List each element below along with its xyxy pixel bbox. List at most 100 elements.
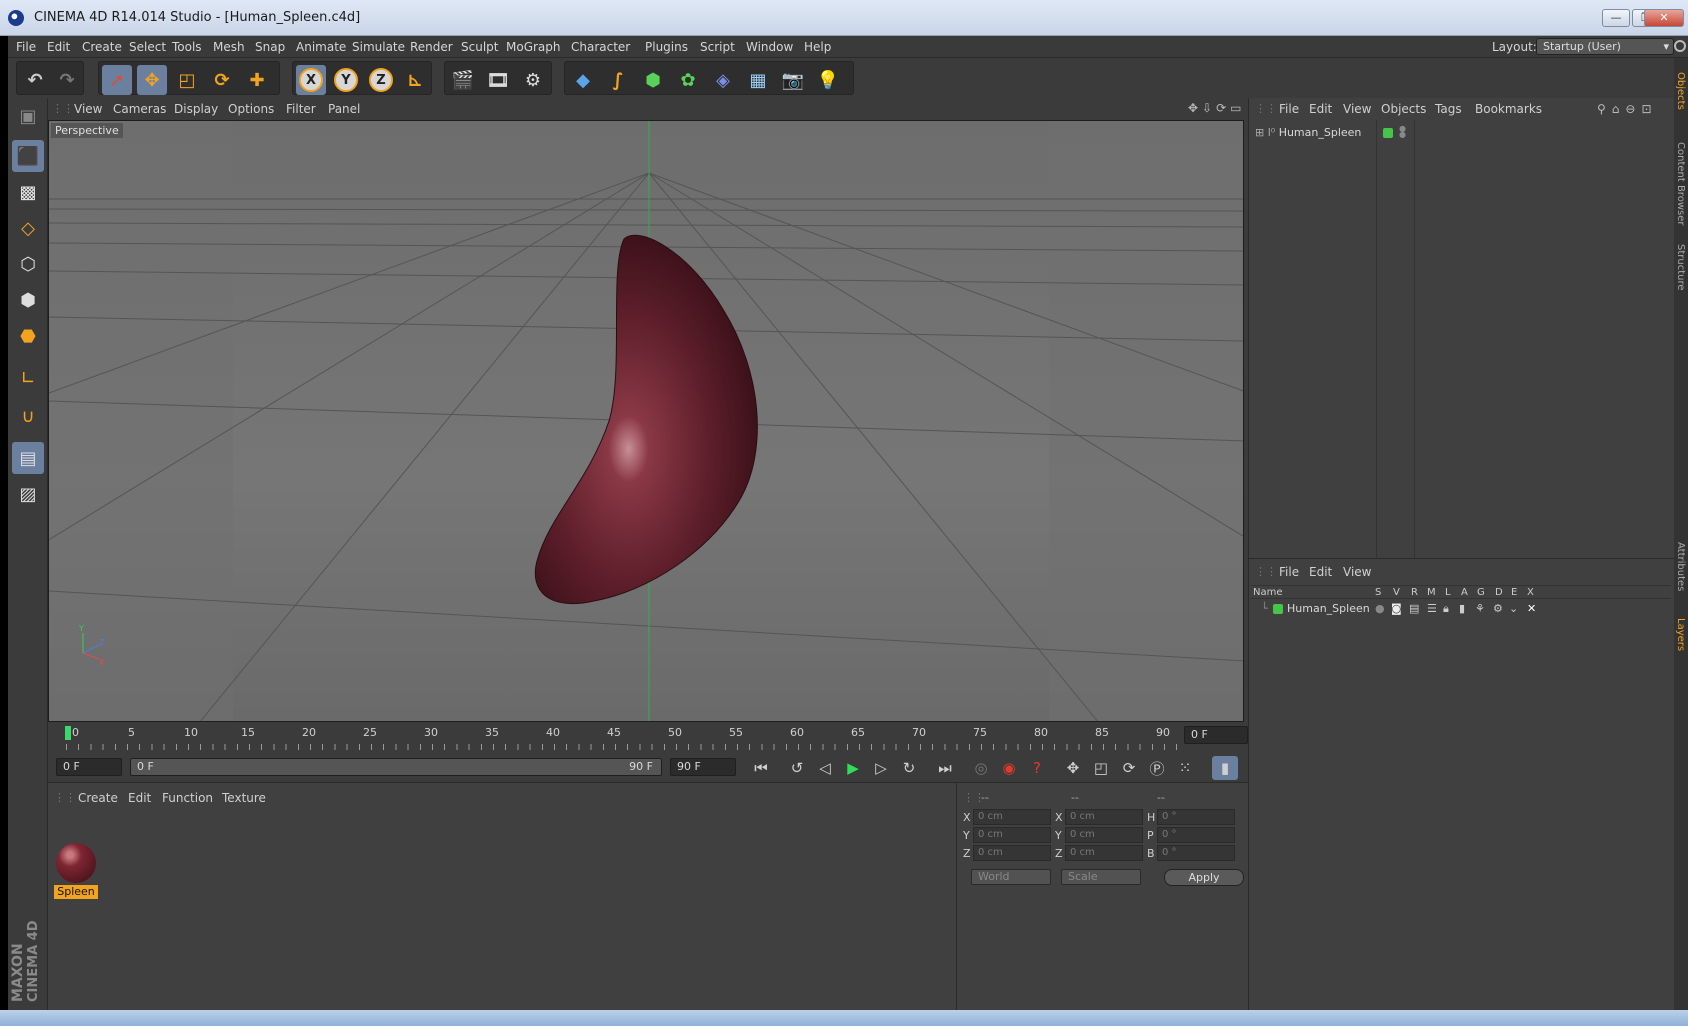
layer-menu-edit[interactable]: Edit	[1309, 565, 1332, 579]
menu-script[interactable]: Script	[700, 40, 735, 54]
tab-objects[interactable]: Objects	[1675, 72, 1686, 110]
material-preview[interactable]	[56, 843, 96, 883]
material-label[interactable]: Spleen	[54, 885, 98, 899]
position-x-field[interactable]: 0 cm	[973, 809, 1051, 825]
layer-row[interactable]: └ Human_Spleen ● ◙ ▤ ☰ 🔒︎ ▮ ⚘ ⚙ ⌄ ✕	[1251, 601, 1671, 617]
visibility-dots-icon[interactable]: ● ●	[1399, 125, 1406, 139]
start-frame-field[interactable]: 0 F	[56, 758, 122, 776]
axis-z-lock[interactable]: Z	[366, 65, 396, 95]
light-icon[interactable]: 💡	[813, 65, 843, 95]
size-mode-dropdown[interactable]: Scale	[1061, 869, 1141, 885]
deformer-icon[interactable]: ◈	[708, 65, 738, 95]
column-xref[interactable]: X	[1527, 587, 1534, 598]
previous-frame-icon[interactable]: ◁	[812, 756, 838, 780]
playhead-marker[interactable]	[65, 726, 71, 740]
viewport-menu-cameras[interactable]: Cameras	[113, 102, 166, 116]
apply-button[interactable]: Apply	[1164, 869, 1244, 886]
close-button[interactable]: ✕	[1644, 9, 1684, 27]
key-position-icon[interactable]: ✥	[1060, 756, 1086, 780]
workplane-lock-icon[interactable]: ▤	[12, 442, 44, 474]
viewport-menu-view[interactable]: View	[74, 102, 102, 116]
object-menu-bookmarks[interactable]: Bookmarks	[1475, 102, 1542, 116]
edges-mode-icon[interactable]: ⬢	[12, 284, 44, 316]
menu-create[interactable]: Create	[82, 40, 122, 54]
spline-icon[interactable]: ∫	[603, 65, 633, 95]
menu-character[interactable]: Character	[571, 40, 630, 54]
object-manager-tool-icons[interactable]: ⚲⌂⊖⊡	[1597, 102, 1658, 116]
column-generators[interactable]: G	[1477, 587, 1485, 598]
layer-name[interactable]: Human_Spleen	[1287, 602, 1370, 615]
object-menu-view[interactable]: View	[1343, 102, 1371, 116]
render-settings-icon[interactable]: ⚙	[518, 65, 548, 95]
key-pla-icon[interactable]: ⁙	[1172, 756, 1198, 780]
expand-icon[interactable]: ⊞	[1255, 126, 1264, 139]
menu-help[interactable]: Help	[804, 40, 831, 54]
undo-icon[interactable]: ↶	[20, 65, 50, 95]
menu-plugins[interactable]: Plugins	[645, 40, 688, 54]
nurbs-icon[interactable]: ⬢	[638, 65, 668, 95]
make-editable-icon[interactable]: ▣	[12, 100, 44, 132]
go-to-start-icon[interactable]: ⏮	[748, 756, 774, 780]
menu-simulate[interactable]: Simulate	[352, 40, 405, 54]
record-keys-icon[interactable]: ◎	[968, 756, 994, 780]
axis-y-lock[interactable]: Y	[331, 65, 361, 95]
column-manager[interactable]: M	[1427, 587, 1436, 598]
viewport-menu-display[interactable]: Display	[174, 102, 218, 116]
autokey-icon[interactable]: ◉	[996, 756, 1022, 780]
column-locked[interactable]: L	[1445, 587, 1451, 598]
menu-select[interactable]: Select	[129, 40, 166, 54]
size-x-field[interactable]: 0 cm	[1065, 809, 1143, 825]
viewport-menu-panel[interactable]: Panel	[328, 102, 360, 116]
search-icon[interactable]	[1674, 40, 1686, 52]
select-arrow-icon[interactable]: ➚	[102, 65, 132, 95]
render-picture-viewer-icon[interactable]: 🎞	[483, 65, 513, 95]
rotation-p-field[interactable]: 0 °	[1157, 827, 1235, 843]
lock-icon[interactable]: 🔒︎	[1443, 602, 1449, 616]
layer-color-tag[interactable]	[1383, 128, 1393, 138]
timeline-ruler[interactable]: 0 5 10 15 20 25 30 35 40 45 50 55 60 65 …	[56, 722, 1192, 752]
render-view-icon[interactable]: 🎬	[448, 65, 478, 95]
tab-content-browser[interactable]: Content Browser	[1675, 142, 1686, 225]
view-eye-icon[interactable]: ◙	[1391, 602, 1402, 615]
layer-menu-view[interactable]: View	[1343, 565, 1371, 579]
deformer-icon[interactable]: ⚙	[1493, 602, 1503, 615]
material-menu-edit[interactable]: Edit	[128, 791, 151, 805]
soft-selection-icon[interactable]: ▨	[12, 478, 44, 510]
menu-animate[interactable]: Animate	[296, 40, 346, 54]
rotate-icon[interactable]: ⟳	[207, 65, 237, 95]
coordinate-mode-dropdown[interactable]: World	[971, 869, 1051, 885]
menu-tools[interactable]: Tools	[172, 40, 202, 54]
polygons-mode-icon[interactable]: ⬣	[12, 320, 44, 352]
material-menu-texture[interactable]: Texture	[222, 791, 266, 805]
layer-color-swatch[interactable]	[1273, 604, 1283, 614]
move-icon[interactable]: ✥	[137, 65, 167, 95]
array-icon[interactable]: ✿	[673, 65, 703, 95]
previous-key-icon[interactable]: ↺	[784, 756, 810, 780]
points-mode-icon[interactable]: ⬡	[12, 248, 44, 280]
viewport-navigation-icons[interactable]: ✥⇩⟳▭	[1188, 101, 1246, 115]
model-mode-icon[interactable]: ⬛	[12, 140, 44, 172]
column-deformers[interactable]: D	[1495, 587, 1503, 598]
spleen-model[interactable]	[534, 234, 758, 605]
column-name[interactable]: Name	[1253, 587, 1283, 598]
scale-icon[interactable]: ◰	[172, 65, 202, 95]
play-forward-icon[interactable]: ▶	[840, 756, 866, 780]
viewport-menu-filter[interactable]: Filter	[286, 102, 316, 116]
manager-icon[interactable]: ☰	[1427, 602, 1437, 615]
next-key-icon[interactable]: ↻	[896, 756, 922, 780]
coordinate-system-icon[interactable]: ⊾	[400, 65, 430, 95]
expression-icon[interactable]: ⌄	[1509, 602, 1518, 615]
key-rotation-icon[interactable]: ⟳	[1116, 756, 1142, 780]
redo-icon[interactable]: ↷	[52, 65, 82, 95]
axis-x-lock[interactable]: X	[296, 65, 326, 95]
go-to-end-icon[interactable]: ⏭	[932, 756, 958, 780]
menu-edit[interactable]: Edit	[47, 40, 70, 54]
object-name[interactable]: Human_Spleen	[1279, 126, 1362, 139]
viewport-menu-options[interactable]: Options	[228, 102, 274, 116]
next-frame-icon[interactable]: ▷	[868, 756, 894, 780]
keyframe-selection-icon[interactable]: ?	[1024, 756, 1050, 780]
menu-window[interactable]: Window	[746, 40, 793, 54]
xref-icon[interactable]: ✕	[1527, 602, 1536, 615]
position-y-field[interactable]: 0 cm	[973, 827, 1051, 843]
menu-mograph[interactable]: MoGraph	[506, 40, 561, 54]
